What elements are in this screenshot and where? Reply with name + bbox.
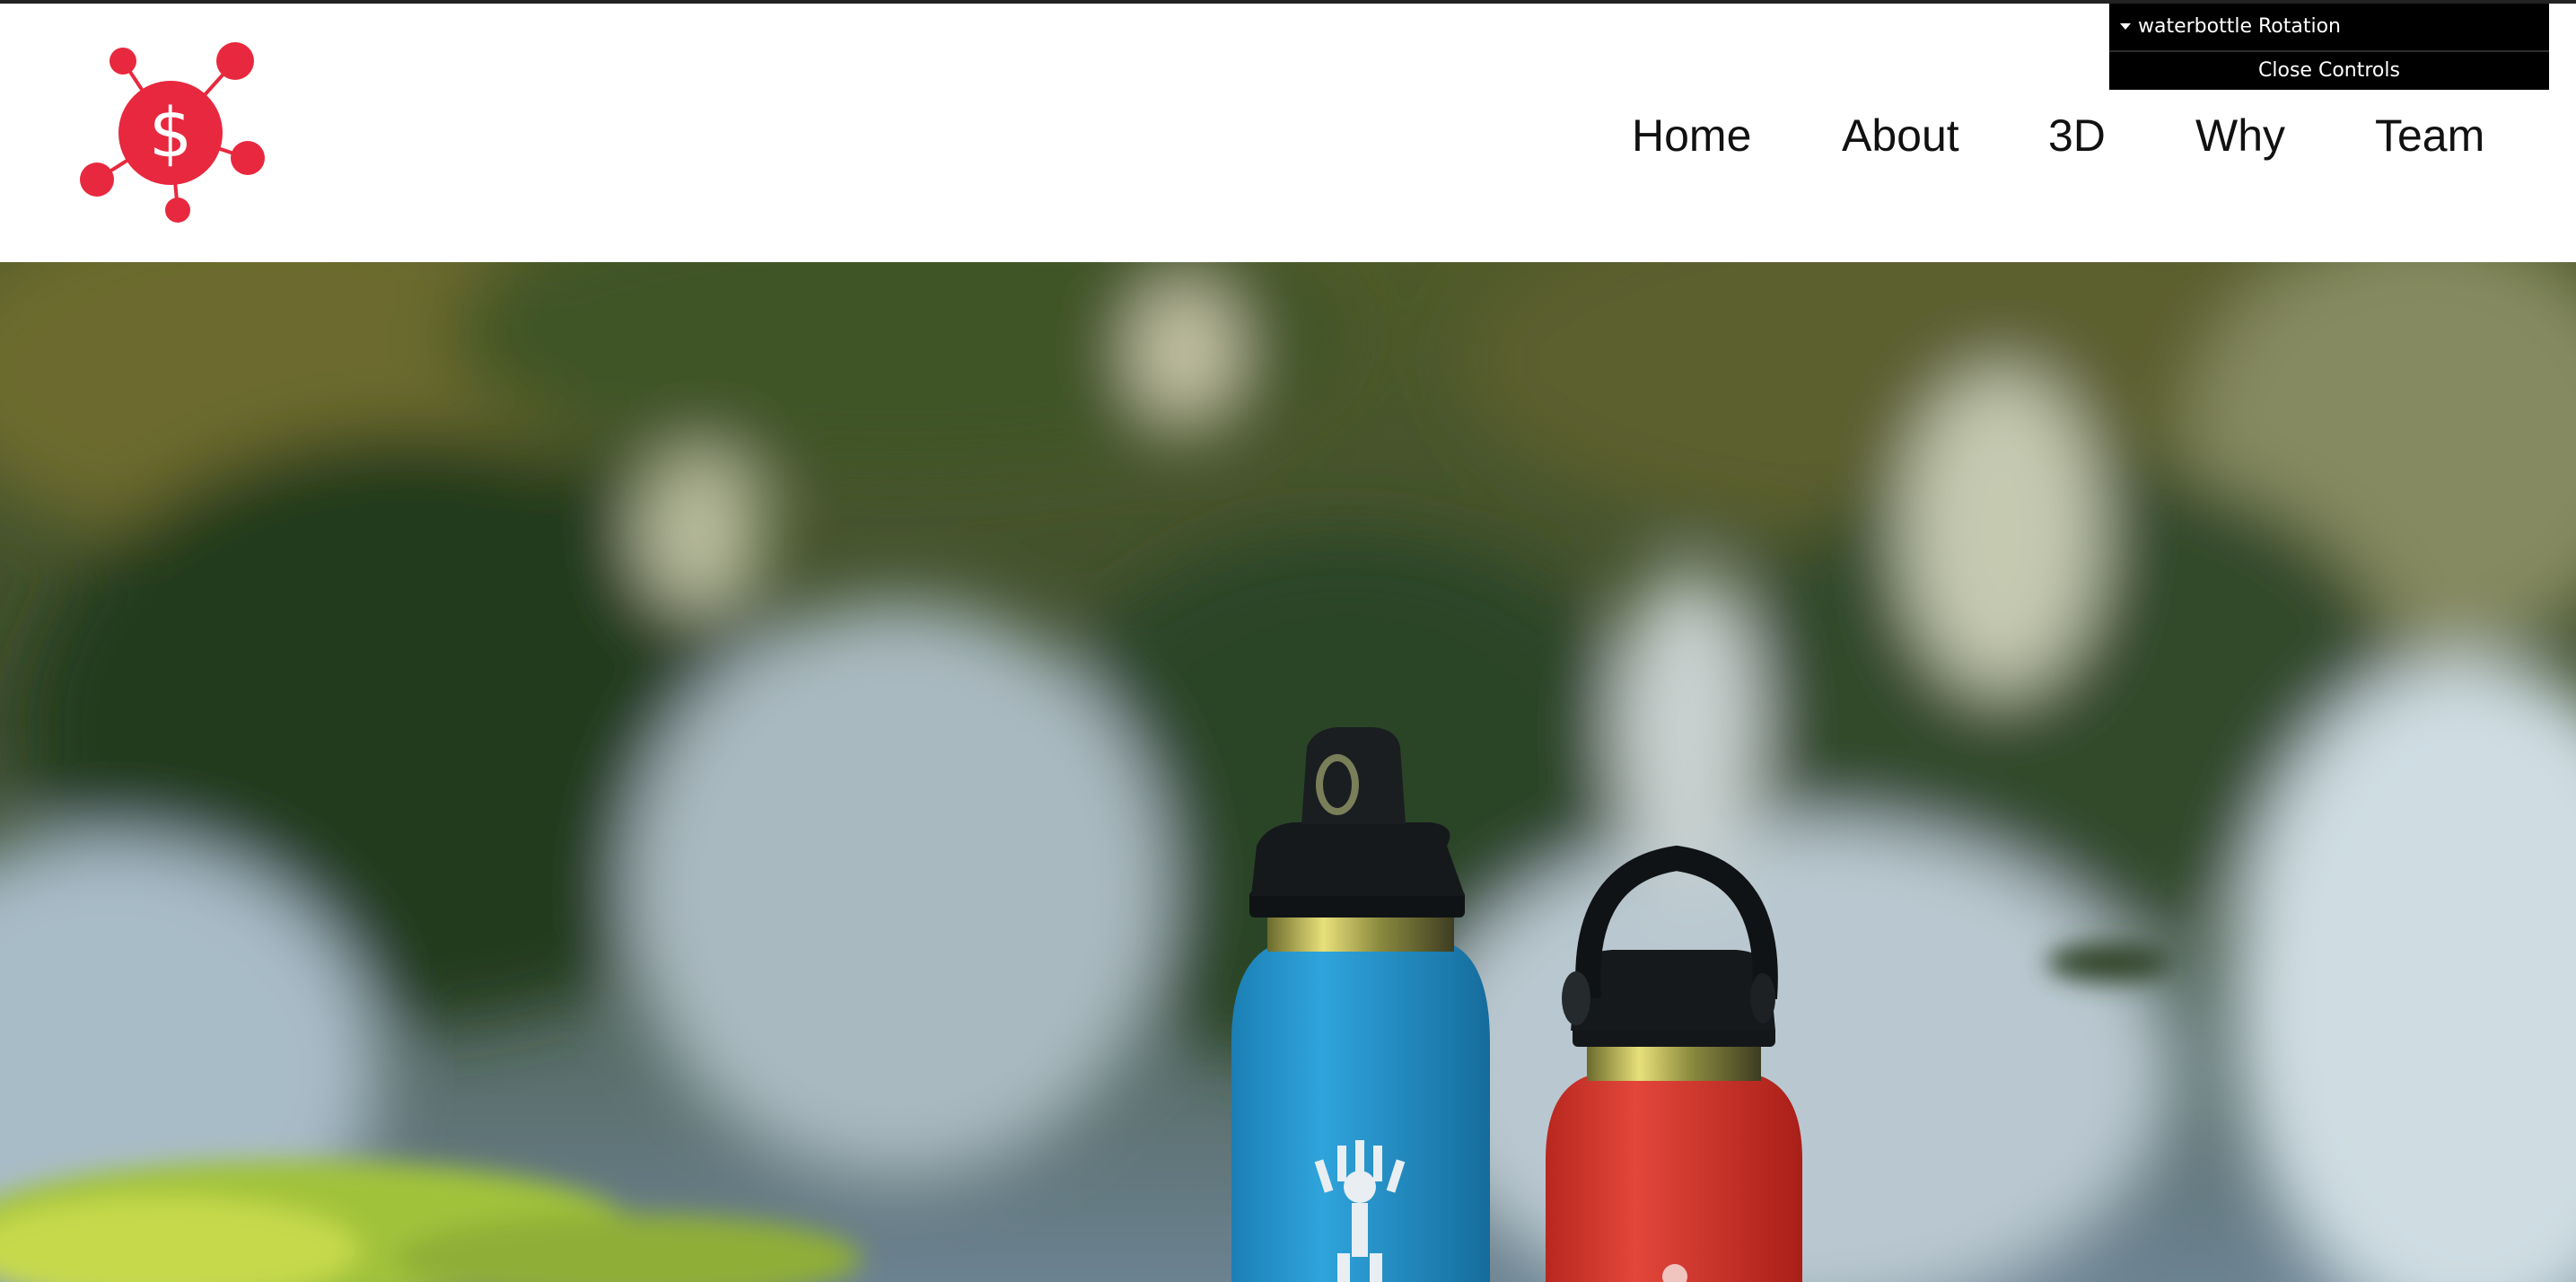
close-controls-button[interactable]: Close Controls xyxy=(2109,52,2549,90)
nav-why-link[interactable]: Why xyxy=(2195,104,2285,167)
nav-home-link[interactable]: Home xyxy=(1632,104,1751,167)
rotation-folder-toggle[interactable]: waterbottle Rotation xyxy=(2109,4,2549,52)
nav-about-link[interactable]: About xyxy=(1842,104,1959,167)
caret-down-icon xyxy=(2120,23,2131,30)
nav-3d-link[interactable]: 3D xyxy=(2048,104,2106,167)
controls-panel: waterbottle Rotation Close Controls xyxy=(2109,4,2549,90)
nav-team-link[interactable]: Team xyxy=(2375,104,2484,167)
hero-background-image xyxy=(0,262,2576,1282)
rotation-folder-label: waterbottle Rotation xyxy=(2138,15,2342,38)
main-nav: Home About 3D Why Team xyxy=(0,104,2576,167)
